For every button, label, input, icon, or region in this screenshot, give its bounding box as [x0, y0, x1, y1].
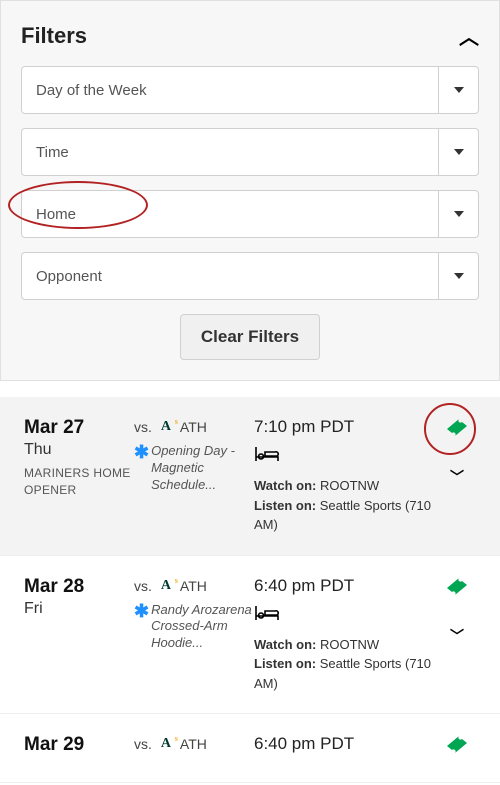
- ticket-icon[interactable]: [443, 576, 471, 596]
- filter-day-of-week[interactable]: Day of the Week: [21, 66, 479, 114]
- game-time: 6:40 pm PDT: [254, 576, 432, 596]
- actions-column: ﹀: [432, 576, 482, 694]
- filter-home[interactable]: Home: [21, 190, 479, 238]
- matchup-column: vs. A ATH ✱ Randy Arozarena Crossed-Arm …: [134, 576, 254, 694]
- filters-title: Filters: [21, 23, 87, 49]
- asterisk-icon: ✱: [134, 443, 149, 461]
- caret-down-icon: [438, 253, 478, 299]
- watch-value: ROOTNW: [320, 637, 379, 652]
- filters-panel: Filters ︿ Day of the Week Time Home Oppo…: [0, 0, 500, 381]
- game-day: Fri: [24, 600, 134, 618]
- game-date: Mar 29: [24, 734, 134, 756]
- chevron-up-icon[interactable]: ︿: [459, 21, 479, 50]
- game-row: Mar 27 Thu MARINERS HOME OPENER vs. A AT…: [0, 397, 500, 556]
- athletics-logo-icon: A: [156, 576, 176, 596]
- game-time: 7:10 pm PDT: [254, 417, 432, 437]
- vs-line: vs. A ATH: [134, 417, 254, 437]
- listen-label: Listen on:: [254, 656, 316, 671]
- watch-value: ROOTNW: [320, 478, 379, 493]
- caret-down-icon: [438, 129, 478, 175]
- matchup-column: vs. A ATH ✱ Opening Day - Magnetic Sched…: [134, 417, 254, 535]
- actions-column: [432, 734, 482, 762]
- game-subtitle: MARINERS HOME OPENER: [24, 465, 134, 499]
- filters-header: Filters ︿: [21, 21, 479, 50]
- promo-text: Opening Day - Magnetic Schedule...: [151, 443, 254, 494]
- watch-label: Watch on:: [254, 478, 316, 493]
- time-column: 7:10 pm PDT Watch on: ROOTNW Listen on: …: [254, 417, 432, 535]
- vs-line: vs. A ATH: [134, 576, 254, 596]
- asterisk-icon: ✱: [134, 602, 149, 620]
- date-column: Mar 28 Fri: [24, 576, 134, 694]
- caret-down-icon: [438, 67, 478, 113]
- athletics-logo-icon: A: [156, 734, 176, 754]
- ticket-icon[interactable]: [443, 734, 471, 754]
- opponent-code: ATH: [180, 419, 207, 435]
- game-time: 6:40 pm PDT: [254, 734, 432, 754]
- filter-label: Opponent: [22, 268, 438, 285]
- filter-opponent[interactable]: Opponent: [21, 252, 479, 300]
- vs-label: vs.: [134, 419, 152, 435]
- promo-line: ✱ Randy Arozarena Crossed-Arm Hoodie...: [134, 602, 254, 653]
- promo-line: ✱ Opening Day - Magnetic Schedule...: [134, 443, 254, 494]
- actions-column: ﹀: [432, 417, 482, 535]
- time-column: 6:40 pm PDT: [254, 734, 432, 762]
- vs-line: vs. A ATH: [134, 734, 254, 754]
- filter-label: Day of the Week: [22, 82, 438, 99]
- listen-label: Listen on:: [254, 498, 316, 513]
- time-column: 6:40 pm PDT Watch on: ROOTNW Listen on: …: [254, 576, 432, 694]
- promo-text: Randy Arozarena Crossed-Arm Hoodie...: [151, 602, 254, 653]
- caret-down-icon: [438, 191, 478, 237]
- filter-time[interactable]: Time: [21, 128, 479, 176]
- vs-label: vs.: [134, 578, 152, 594]
- chevron-down-icon[interactable]: ﹀: [450, 467, 464, 487]
- broadcast-info: Watch on: ROOTNW Listen on: Seattle Spor…: [254, 476, 432, 535]
- ticket-icon[interactable]: [443, 417, 471, 437]
- game-row: Mar 29 vs. A ATH 6:40 pm PDT: [0, 714, 500, 783]
- hotel-icon: [254, 445, 280, 468]
- filter-label: Home: [22, 206, 438, 223]
- matchup-column: vs. A ATH: [134, 734, 254, 762]
- hotel-icon: [254, 604, 280, 627]
- date-column: Mar 27 Thu MARINERS HOME OPENER: [24, 417, 134, 535]
- chevron-down-icon[interactable]: ﹀: [450, 626, 464, 646]
- game-row: Mar 28 Fri vs. A ATH ✱ Randy Arozarena C…: [0, 556, 500, 715]
- filter-label: Time: [22, 144, 438, 161]
- game-date: Mar 27: [24, 417, 134, 439]
- game-day: Thu: [24, 441, 134, 459]
- opponent-code: ATH: [180, 578, 207, 594]
- opponent-code: ATH: [180, 736, 207, 752]
- vs-label: vs.: [134, 736, 152, 752]
- clear-filters-button[interactable]: Clear Filters: [180, 314, 320, 360]
- date-column: Mar 29: [24, 734, 134, 762]
- broadcast-info: Watch on: ROOTNW Listen on: Seattle Spor…: [254, 635, 432, 694]
- athletics-logo-icon: A: [156, 417, 176, 437]
- watch-label: Watch on:: [254, 637, 316, 652]
- game-date: Mar 28: [24, 576, 134, 598]
